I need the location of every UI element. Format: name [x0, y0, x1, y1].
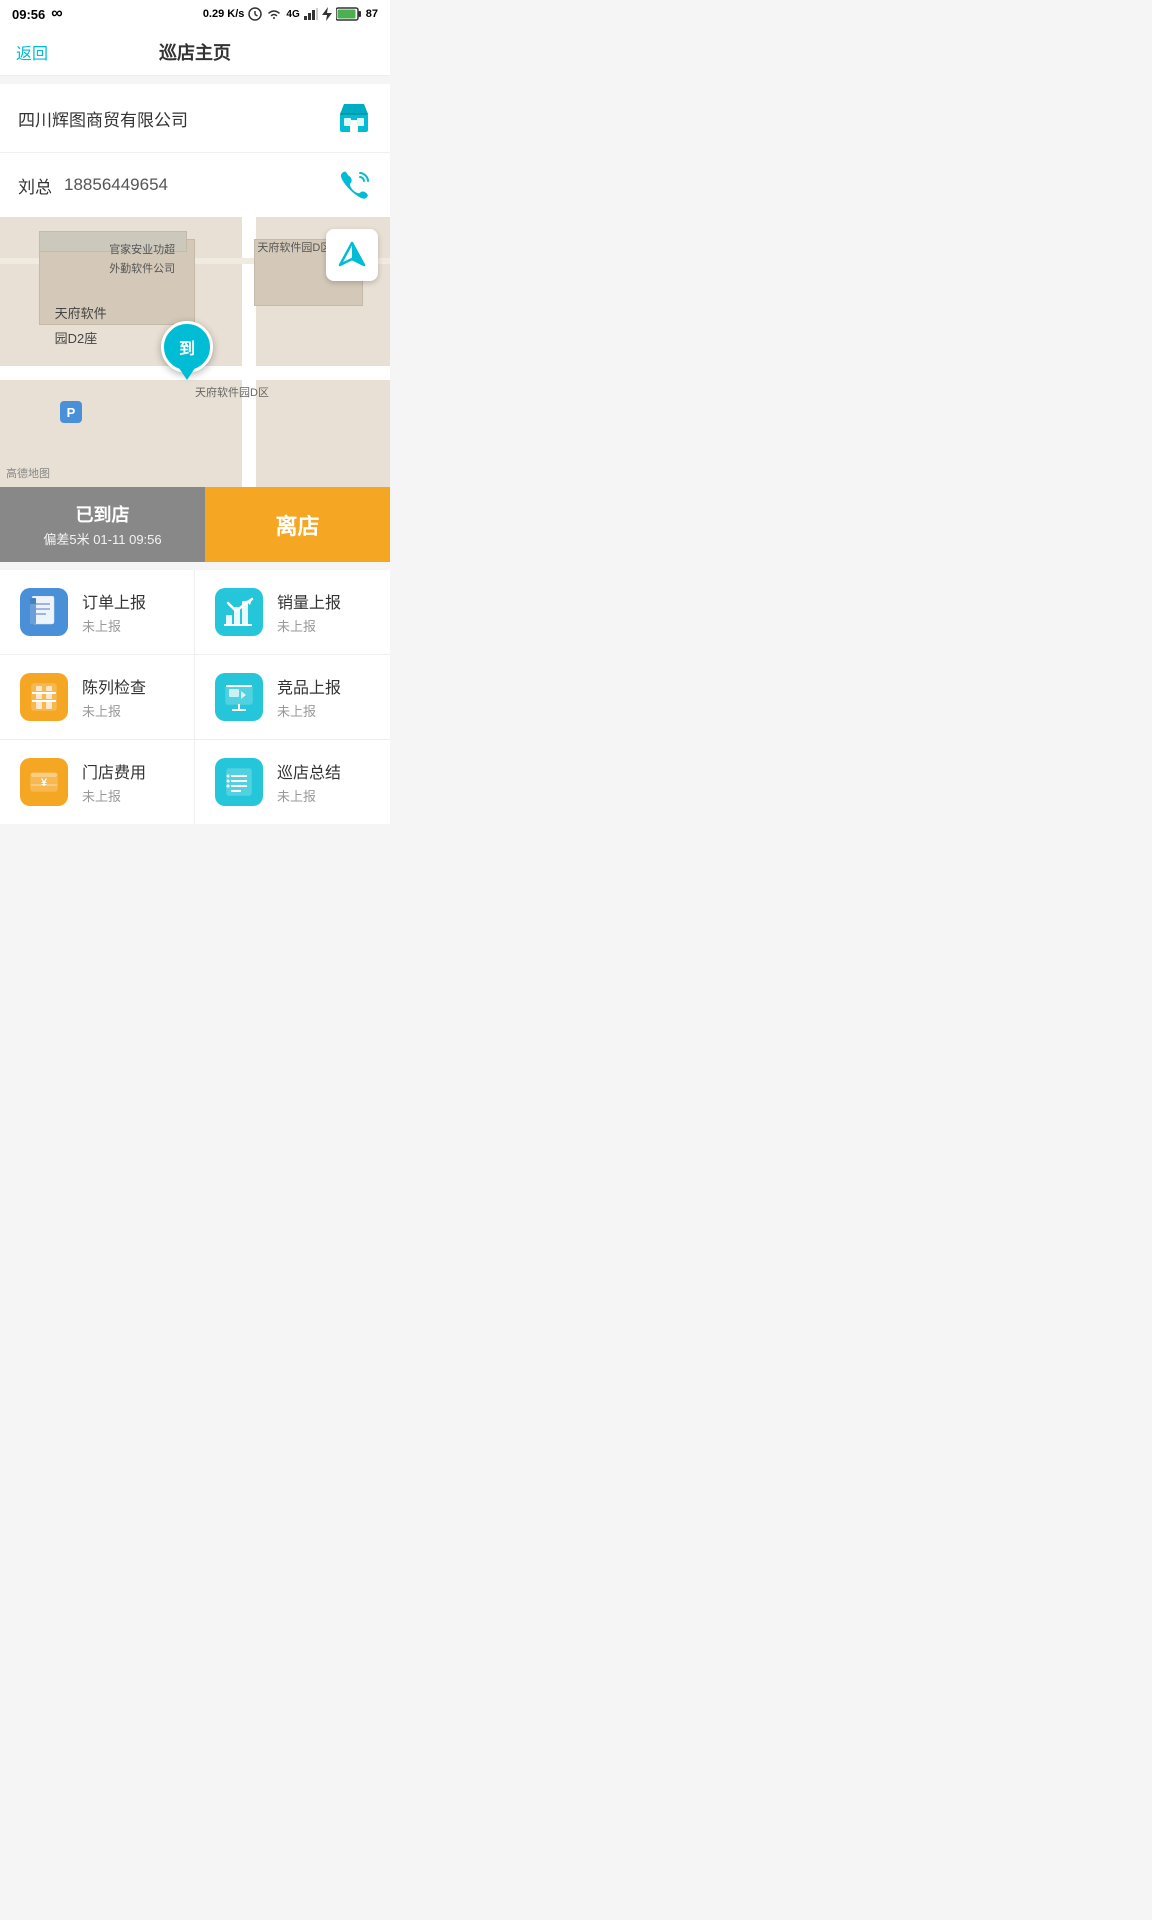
feature-title-order: 订单上报 — [82, 589, 146, 613]
map-actions: 已到店 偏差5米 01-11 09:56 离店 — [0, 487, 390, 562]
svg-text:¥: ¥ — [41, 777, 48, 789]
status-bar: 09:56 ∞ 0.29 K/s 4G 87 — [0, 0, 390, 28]
feature-item-expense[interactable]: ¥ 门店费用未上报 — [0, 740, 195, 824]
contact-phone: 18856449654 — [64, 175, 168, 195]
store-icon — [336, 100, 372, 136]
location-marker: 到 — [161, 321, 213, 373]
wifi-icon — [266, 7, 282, 21]
lightning-icon — [322, 7, 332, 21]
feature-icon-compete — [215, 673, 263, 721]
contact-row: 刘总 18856449654 — [0, 153, 390, 217]
feature-title-compete: 竞品上报 — [277, 674, 341, 698]
page-title: 巡店主页 — [159, 39, 231, 65]
phone-call-icon[interactable] — [340, 169, 372, 201]
arrived-subtitle: 偏差5米 01-11 09:56 — [10, 529, 195, 548]
feature-title-sales: 销量上报 — [277, 589, 341, 613]
map-label-4: 天府软件 — [55, 303, 107, 322]
feature-icon-expense: ¥ — [20, 758, 68, 806]
leave-label: 离店 — [275, 509, 319, 541]
back-button[interactable]: 返回 — [16, 40, 48, 64]
map-label-2: 外勤软件公司 — [109, 260, 175, 276]
feature-title-expense: 门店费用 — [82, 759, 146, 783]
map-watermark: 高德地图 — [6, 465, 50, 481]
feature-subtitle-compete: 未上报 — [277, 701, 341, 720]
status-time: 09:56 — [12, 7, 45, 22]
clock-icon — [248, 7, 262, 21]
leave-button[interactable]: 离店 — [205, 487, 390, 562]
arrived-title: 已到店 — [10, 501, 195, 527]
company-name: 四川辉图商贸有限公司 — [18, 106, 188, 131]
status-infinity: ∞ — [51, 5, 62, 23]
feature-text-compete: 竞品上报未上报 — [277, 674, 341, 720]
feature-subtitle-sales: 未上报 — [277, 616, 341, 635]
feature-title-summary: 巡店总结 — [277, 759, 341, 783]
feature-text-expense: 门店费用未上报 — [82, 759, 146, 805]
feature-text-order: 订单上报未上报 — [82, 589, 146, 635]
feature-text-display: 陈列检查未上报 — [82, 674, 146, 720]
arrived-button[interactable]: 已到店 偏差5米 01-11 09:56 — [0, 487, 205, 562]
feature-text-summary: 巡店总结未上报 — [277, 759, 341, 805]
map-label-5: 园D2座 — [55, 328, 98, 347]
feature-icon-sales — [215, 588, 263, 636]
feature-title-display: 陈列检查 — [82, 674, 146, 698]
battery-icon — [336, 7, 362, 21]
navigate-button[interactable] — [326, 229, 378, 281]
feature-icon-order — [20, 588, 68, 636]
feature-item-display[interactable]: 陈列检查未上报 — [0, 655, 195, 740]
marker-label: 到 — [179, 335, 195, 359]
feature-item-sales[interactable]: 销量上报未上报 — [195, 570, 390, 655]
feature-subtitle-summary: 未上报 — [277, 786, 341, 805]
feature-item-compete[interactable]: 竞品上报未上报 — [195, 655, 390, 740]
parking-badge: P — [60, 401, 82, 423]
signal-icon — [304, 8, 318, 20]
feature-grid: 订单上报未上报 销量上报未上报 陈列检查未上报 竞品上报未上报 ¥ 门店费用未上… — [0, 570, 390, 824]
contact-name: 刘总 — [18, 173, 52, 198]
company-row: 四川辉图商贸有限公司 — [0, 84, 390, 153]
feature-icon-summary — [215, 758, 263, 806]
navigate-icon — [338, 241, 366, 269]
map-label-1: 官家安业功超 — [109, 241, 175, 257]
signal-4g: 4G — [286, 9, 299, 20]
map-label-6: 天府软件园D区 — [195, 384, 269, 400]
info-section: 四川辉图商贸有限公司 刘总 18856449654 — [0, 84, 390, 217]
feature-subtitle-expense: 未上报 — [82, 786, 146, 805]
status-speed: 0.29 K/s — [203, 8, 245, 20]
page-header: 返回 巡店主页 — [0, 28, 390, 76]
feature-icon-display — [20, 673, 68, 721]
map-container: 官家安业功超 外勤软件公司 天府软件园D区 天府软件 园D2座 天府软件园D区 … — [0, 217, 390, 487]
feature-item-order[interactable]: 订单上报未上报 — [0, 570, 195, 655]
feature-subtitle-order: 未上报 — [82, 616, 146, 635]
feature-subtitle-display: 未上报 — [82, 701, 146, 720]
battery-pct: 87 — [366, 8, 378, 20]
feature-text-sales: 销量上报未上报 — [277, 589, 341, 635]
map-label-3: 天府软件园D区 — [257, 239, 331, 255]
feature-item-summary[interactable]: 巡店总结未上报 — [195, 740, 390, 824]
